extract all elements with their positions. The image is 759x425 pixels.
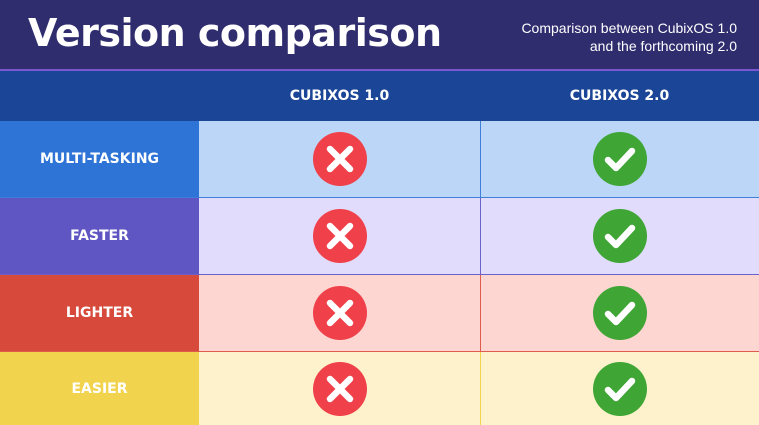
column-header-cubixos-1: CUBIXOS 1.0 bbox=[289, 88, 390, 104]
table-row: MULTI-TASKING bbox=[0, 121, 759, 198]
subtitle-line-1: Comparison between CubixOS 1.0 bbox=[521, 20, 737, 36]
page-subtitle: Comparison between CubixOS 1.0 and the f… bbox=[477, 19, 737, 55]
check-circle-icon bbox=[593, 209, 647, 263]
table-row: FASTER bbox=[0, 198, 759, 275]
check-circle-icon bbox=[593, 286, 647, 340]
table-row: EASIER bbox=[0, 352, 759, 425]
check-circle-icon bbox=[593, 132, 647, 186]
cubixos-1-cell bbox=[199, 121, 480, 197]
cubixos-1-cell bbox=[199, 352, 480, 425]
subtitle-line-2: and the forthcoming 2.0 bbox=[589, 38, 737, 54]
cubixos-2-cell bbox=[480, 275, 759, 351]
x-circle-icon bbox=[312, 361, 367, 416]
cubixos-1-cell bbox=[199, 275, 480, 351]
column-header-cubixos-2: CUBIXOS 2.0 bbox=[569, 88, 670, 104]
x-circle-icon bbox=[312, 286, 367, 340]
table-row: LIGHTER bbox=[0, 275, 759, 352]
column-header-row: CUBIXOS 1.0 CUBIXOS 2.0 bbox=[0, 71, 759, 121]
row-label: FASTER bbox=[0, 198, 199, 274]
row-label: MULTI-TASKING bbox=[0, 121, 199, 197]
page-title: Version comparison bbox=[28, 11, 442, 55]
cubixos-2-cell bbox=[480, 352, 759, 425]
row-label: LIGHTER bbox=[0, 275, 199, 351]
cubixos-1-cell bbox=[199, 198, 480, 274]
cubixos-2-cell bbox=[480, 198, 759, 274]
check-circle-icon bbox=[593, 361, 647, 416]
row-label: EASIER bbox=[0, 352, 199, 425]
x-circle-icon bbox=[312, 209, 367, 263]
cubixos-2-cell bbox=[480, 121, 759, 197]
header: Version comparison Comparison between Cu… bbox=[0, 0, 759, 71]
x-circle-icon bbox=[312, 132, 367, 186]
